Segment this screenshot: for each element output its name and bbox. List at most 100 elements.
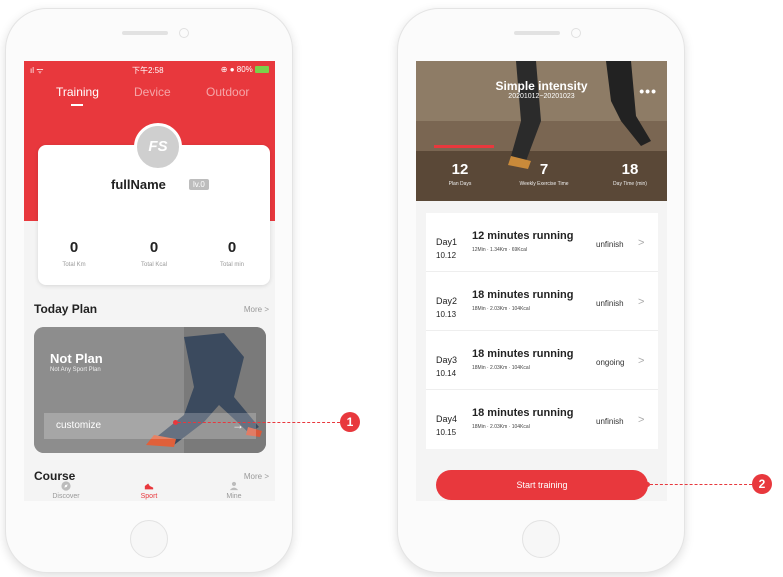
- stat-value: 0: [69, 239, 79, 256]
- arrow-right-icon: →: [232, 418, 244, 432]
- workout-title: 18 minutes running: [472, 289, 574, 301]
- compass-icon: [61, 481, 71, 491]
- speaker-grille: [122, 31, 168, 35]
- tab-device[interactable]: Device: [134, 85, 171, 99]
- stat-value: 0: [227, 239, 237, 256]
- nav-label: Mine: [226, 493, 242, 500]
- profile-card: FS fullName lv.0 0 Total Km 0 Total Kcal…: [38, 123, 270, 285]
- workout-title: 18 minutes running: [472, 407, 574, 419]
- stat-total-km: 0 Total Km: [44, 239, 104, 268]
- workout-status: unfinish: [596, 417, 624, 426]
- front-camera: [571, 28, 581, 38]
- plan-hero: Simple intensity 20201012~20201023 ••• 1…: [416, 61, 667, 201]
- callout-line: [178, 422, 340, 423]
- day-label: Day2: [436, 296, 458, 306]
- day-label: Day3: [436, 355, 458, 365]
- stat-label: Weekly Exercise Time: [519, 181, 569, 187]
- stat-value: 12: [451, 161, 469, 178]
- tab-outdoor[interactable]: Outdoor: [206, 85, 249, 99]
- battery-icon: [255, 66, 269, 74]
- top-tabs: Training Device Outdoor: [24, 85, 275, 109]
- plan-progress-bar: [434, 145, 494, 148]
- phone-left: ıl ᯤ 下午2:58 ⊕ ● 80% Training Device Outd…: [5, 8, 293, 573]
- callout-line: [650, 484, 752, 485]
- stat-label: Day Time (min): [613, 181, 647, 187]
- today-plan-more-link[interactable]: More >: [244, 305, 269, 314]
- day-date: 10.15: [436, 428, 457, 437]
- stat-day-time: 18 Day Time (min): [602, 161, 658, 187]
- training-screen: ıl ᯤ 下午2:58 ⊕ ● 80% Training Device Outd…: [24, 61, 275, 501]
- avatar[interactable]: FS: [134, 123, 182, 171]
- plan-title: Simple intensity: [495, 79, 588, 93]
- workout-status: unfinish: [596, 240, 624, 249]
- plan-date-range: 20201012~20201023: [508, 93, 575, 100]
- stat-label: Plan Days: [448, 181, 472, 187]
- nav-label: Discover: [52, 493, 80, 500]
- list-item[interactable]: Day1 10.12 12 minutes running 12Min · 1.…: [426, 213, 658, 272]
- workout-title: 12 minutes running: [472, 230, 574, 242]
- nav-mine[interactable]: Mine: [204, 481, 264, 500]
- workout-status: ongoing: [596, 358, 625, 367]
- home-button[interactable]: [130, 520, 168, 558]
- user-name: fullName: [111, 177, 166, 192]
- day-date: 10.12: [436, 251, 457, 260]
- list-item[interactable]: Day3 10.14 18 minutes running 18Min · 2.…: [426, 331, 658, 390]
- callout-badge: 1: [340, 412, 360, 432]
- stat-total-kcal: 0 Total Kcal: [124, 239, 184, 268]
- stat-plan-days: 12 Plan Days: [440, 161, 480, 187]
- chevron-right-icon: >: [638, 237, 645, 249]
- today-plan-title: Today Plan: [34, 302, 98, 316]
- day-date: 10.14: [436, 369, 457, 378]
- workout-meta: 18Min · 2.03Km · 104Kcal: [472, 365, 530, 371]
- active-tab-indicator: [71, 104, 83, 106]
- customize-label: customize: [56, 420, 102, 431]
- workout-meta: 18Min · 2.03Km · 104Kcal: [472, 306, 530, 312]
- bottom-nav: Discover Sport Mine: [24, 481, 275, 501]
- day-label: Day4: [436, 414, 458, 424]
- plan-card[interactable]: Not Plan Not Any Sport Plan customize →: [34, 327, 266, 453]
- status-bar: ıl ᯤ 下午2:58 ⊕ ● 80%: [24, 65, 275, 77]
- status-time: 下午2:58: [132, 66, 164, 75]
- home-button[interactable]: [522, 520, 560, 558]
- more-icon[interactable]: •••: [639, 83, 657, 99]
- stat-value: 18: [621, 161, 639, 178]
- stat-label: Total Kcal: [140, 262, 167, 268]
- nav-discover[interactable]: Discover: [36, 481, 96, 500]
- speaker-grille: [514, 31, 560, 35]
- course-more-link[interactable]: More >: [244, 472, 269, 481]
- stat-value: 0: [149, 239, 159, 256]
- tab-training[interactable]: Training: [56, 85, 99, 99]
- plan-card-subtitle: Not Any Sport Plan: [50, 367, 101, 373]
- customize-button[interactable]: customize →: [44, 413, 256, 439]
- chevron-right-icon: >: [638, 296, 645, 308]
- shoe-icon: [144, 483, 154, 490]
- plan-card-title: Not Plan: [50, 351, 103, 366]
- day-list: Day1 10.12 12 minutes running 12Min · 1.…: [426, 213, 658, 449]
- chevron-right-icon: >: [638, 355, 645, 367]
- battery-status: ⊕ ● 80%: [221, 65, 269, 74]
- stat-label: Total min: [219, 262, 244, 268]
- nav-label: Sport: [140, 493, 158, 500]
- plan-detail-screen: Simple intensity 20201012~20201023 ••• 1…: [416, 61, 667, 501]
- chevron-right-icon: >: [638, 414, 645, 426]
- workout-status: unfinish: [596, 299, 624, 308]
- signal-icon: ıl ᯤ: [30, 66, 44, 75]
- front-camera: [179, 28, 189, 38]
- list-item[interactable]: Day4 10.15 18 minutes running 18Min · 2.…: [426, 390, 658, 448]
- start-training-button[interactable]: Start training: [436, 470, 648, 500]
- stat-total-min: 0 Total min: [202, 239, 262, 268]
- nav-sport[interactable]: Sport: [119, 481, 179, 500]
- stat-label: Total Km: [62, 262, 86, 268]
- list-item[interactable]: Day2 10.13 18 minutes running 18Min · 2.…: [426, 272, 658, 331]
- level-badge: lv.0: [189, 179, 209, 190]
- stat-weekly-exercise: 7 Weekly Exercise Time: [506, 161, 582, 187]
- person-icon: [229, 481, 239, 491]
- day-label: Day1: [436, 237, 458, 247]
- stat-value: 7: [539, 161, 549, 178]
- workout-meta: 18Min · 2.03Km · 104Kcal: [472, 424, 530, 430]
- phone-right: Simple intensity 20201012~20201023 ••• 1…: [397, 8, 685, 573]
- callout-badge: 2: [752, 474, 772, 494]
- workout-meta: 12Min · 1.34Km · 69Kcal: [472, 247, 528, 253]
- day-date: 10.13: [436, 310, 457, 319]
- workout-title: 18 minutes running: [472, 348, 574, 360]
